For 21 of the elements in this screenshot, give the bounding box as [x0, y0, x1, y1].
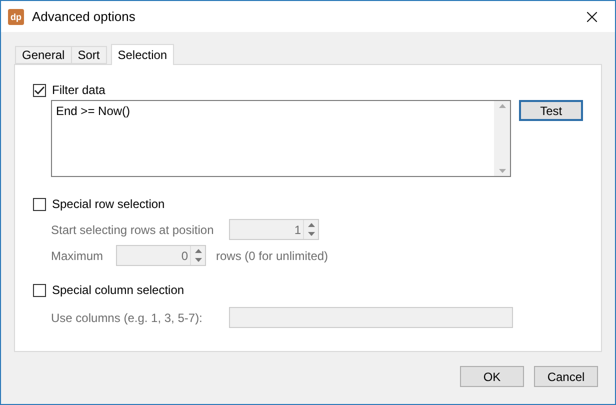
app-logo: dp	[8, 8, 24, 24]
field-label: Start selecting rows at position	[51, 222, 215, 236]
tab[interactable]: Selection	[110, 44, 174, 65]
close-icon[interactable]	[587, 12, 597, 22]
tab[interactable]: General	[15, 46, 72, 64]
up-caret-icon[interactable]	[498, 104, 506, 108]
window-title: Advanced options	[32, 9, 136, 24]
field-label: Use columns (e.g. 1, 3, 5-7):	[51, 310, 204, 324]
dialog-button[interactable]: Cancel	[534, 366, 598, 387]
field-label: Maximum	[51, 248, 104, 262]
checkbox[interactable]	[33, 84, 46, 96]
test-button[interactable]: Test	[519, 100, 583, 121]
checkbox-label: Special column selection	[52, 283, 184, 297]
tab[interactable]: Sort	[70, 46, 107, 64]
down-caret-icon[interactable]	[498, 169, 506, 173]
check-icon	[34, 86, 45, 94]
checkbox-label: Special row selection	[52, 197, 165, 211]
field-suffix: rows (0 for unlimited)	[216, 248, 328, 262]
dialog-button[interactable]: OK	[460, 366, 524, 387]
scrollbar[interactable]	[494, 101, 510, 176]
checkbox-label: Filter data	[52, 83, 106, 97]
